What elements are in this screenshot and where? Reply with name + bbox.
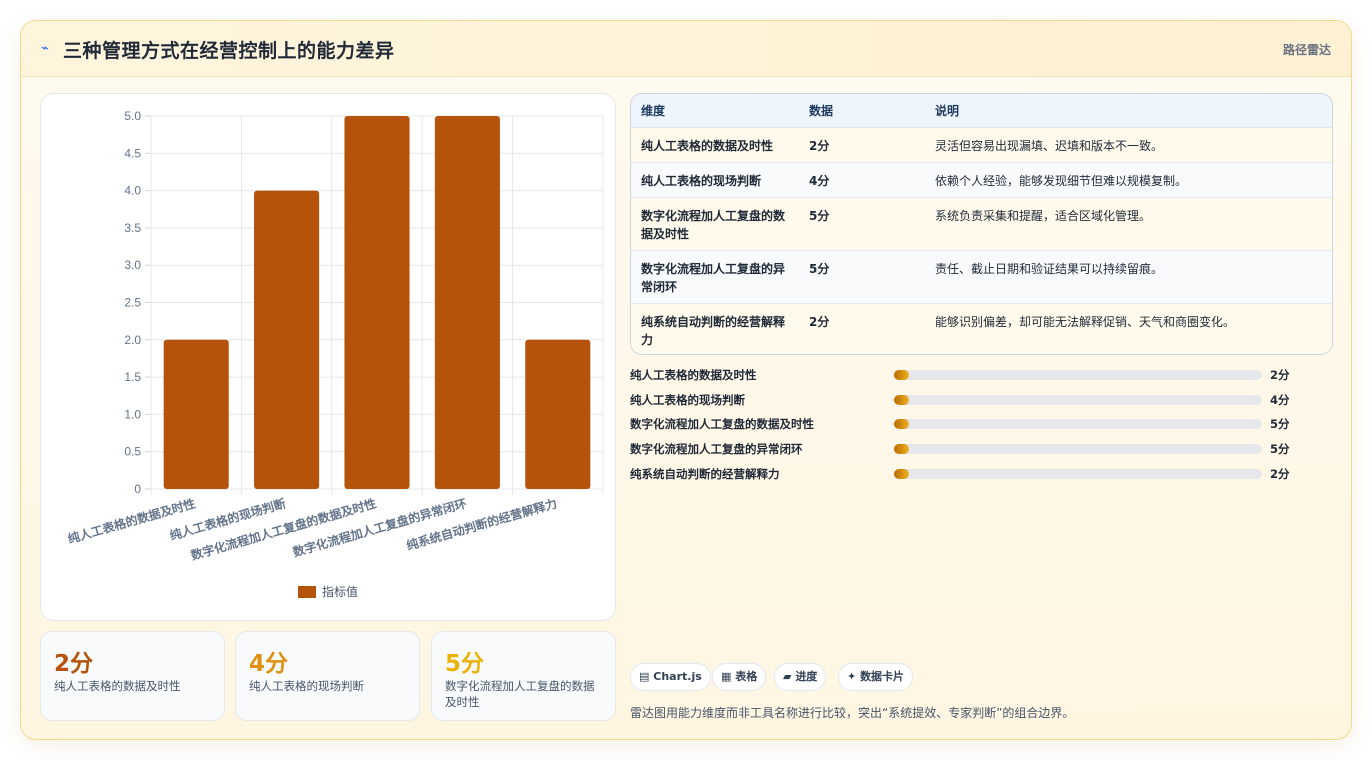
progress-row: 数字化流程加人工复盘的数据及时性 5分 xyxy=(630,414,1335,434)
y-tick-label: 0.5 xyxy=(124,445,141,459)
table-cell-dimension: 纯系统自动判断的经营解释力 xyxy=(641,315,786,347)
lightning-icon: ⌁ xyxy=(41,41,49,56)
stat-card: 5分 数字化流程加人工复盘的数据及时性 xyxy=(431,631,616,721)
bar-chart-panel: 0 0.5 1.0 1.5 2.0 2.5 3.0 3.5 4.0 4.5 5.0 纯人工表格的数据及… xyxy=(40,93,616,621)
progress-fill xyxy=(894,419,909,429)
progress-label: 纯系统自动判断的经营解释力 xyxy=(630,467,780,481)
table-header-row: 维度 数据 说明 xyxy=(631,94,1332,127)
legend-swatch xyxy=(298,586,316,598)
y-tick-label: 3.0 xyxy=(124,258,141,272)
column-header: 数据 xyxy=(809,104,834,118)
chip-label: 进度 xyxy=(795,670,818,683)
progress-value: 2分 xyxy=(1270,368,1290,382)
chip-progress[interactable]: ▰ 进度 xyxy=(774,663,827,691)
x-tick-label: 纯系统自动判断的经营解释力 xyxy=(405,495,559,552)
chip-label: 表格 xyxy=(735,670,758,683)
stat-value: 2分 xyxy=(54,651,94,677)
column-header: 维度 xyxy=(641,104,666,118)
progress-label: 数字化流程加人工复盘的异常闭环 xyxy=(630,442,803,456)
y-tick-label: 3.5 xyxy=(124,221,141,235)
chart-icon: ▤ xyxy=(639,670,650,683)
table-row: 数字化流程加人工复盘的数据及时性 5分 系统负责采集和提醒，适合区域化管理。 xyxy=(631,197,1332,250)
sparkle-icon: ✦ xyxy=(847,670,857,683)
table-cell-dimension: 纯人工表格的数据及时性 xyxy=(641,139,774,153)
bar xyxy=(525,339,591,489)
table-cell-score: 2分 xyxy=(809,315,830,329)
table-cell-description: 能够识别偏差，却可能无法解释促销、天气和商圈变化。 xyxy=(935,315,1236,329)
bar xyxy=(344,116,410,489)
footer-note: 雷达图用能力维度而非工具名称进行比较，突出“系统提效、专家判断”的组合边界。 xyxy=(630,706,1075,720)
progress-value: 5分 xyxy=(1270,417,1290,431)
header-tag: 路径雷达 xyxy=(1282,43,1331,57)
progress-icon: ▰ xyxy=(783,670,792,683)
progress-row: 数字化流程加人工复盘的异常闭环 5分 xyxy=(630,439,1335,459)
legend-label: 指标值 xyxy=(322,584,358,599)
stat-label: 数字化流程加人工复盘的数据及时性 xyxy=(445,679,595,709)
table-icon: ▦ xyxy=(721,670,732,683)
y-tick-label: 2.0 xyxy=(124,333,141,347)
progress-label: 数字化流程加人工复盘的数据及时性 xyxy=(630,417,814,431)
chip-label: Chart.js xyxy=(653,670,702,683)
progress-value: 5分 xyxy=(1270,442,1290,456)
main-card: ⌁ 三种管理方式在经营控制上的能力差异 路径雷达 0 0.5 1.0 1.5 2.0 2.… xyxy=(20,20,1352,740)
stat-label: 纯人工表格的数据及时性 xyxy=(54,679,181,693)
table-cell-description: 依赖个人经验，能够发现细节但难以规模复制。 xyxy=(935,174,1188,188)
table-cell-score: 5分 xyxy=(809,262,830,276)
table-cell-description: 系统负责采集和提醒，适合区域化管理。 xyxy=(935,209,1152,223)
chip-chartjs[interactable]: ▤ Chart.js xyxy=(630,663,711,691)
stat-label: 纯人工表格的现场判断 xyxy=(249,679,364,693)
y-tick-label: 4.0 xyxy=(124,184,141,198)
data-table: 维度 数据 说明 纯人工表格的数据及时性 2分 灵活但容易出现漏填、迟填和版本不… xyxy=(630,93,1333,355)
bar xyxy=(434,116,500,489)
progress-fill xyxy=(894,395,909,405)
table-cell-score: 2分 xyxy=(809,139,830,153)
progress-row: 纯系统自动判断的经营解释力 2分 xyxy=(630,464,1335,484)
table-row: 纯人工表格的数据及时性 2分 灵活但容易出现漏填、迟填和版本不一致。 xyxy=(631,127,1332,162)
table-cell-score: 5分 xyxy=(809,209,830,223)
chip-table[interactable]: ▦ 表格 xyxy=(712,663,767,691)
table-cell-dimension: 数字化流程加人工复盘的数据及时性 xyxy=(641,209,786,241)
chip-label: 数据卡片 xyxy=(860,670,905,683)
y-tick-label: 1.0 xyxy=(124,407,141,421)
stat-value: 5分 xyxy=(445,651,485,677)
y-tick-label: 1.5 xyxy=(124,370,141,384)
progress-value: 2分 xyxy=(1270,467,1290,481)
progress-label: 纯人工表格的数据及时性 xyxy=(630,368,757,382)
table-row: 纯人工表格的现场判断 4分 依赖个人经验，能够发现细节但难以规模复制。 xyxy=(631,162,1332,197)
stat-value: 4分 xyxy=(249,651,289,677)
table-cell-description: 灵活但容易出现漏填、迟填和版本不一致。 xyxy=(935,139,1164,153)
y-tick-label: 0 xyxy=(134,482,141,496)
page-title: 三种管理方式在经营控制上的能力差异 xyxy=(63,40,395,62)
table-cell-score: 4分 xyxy=(809,174,830,188)
card-header: ⌁ 三种管理方式在经营控制上的能力差异 路径雷达 xyxy=(21,21,1351,77)
table-cell-description: 责任、截止日期和验证结果可以持续留痕。 xyxy=(935,262,1164,276)
bar xyxy=(254,190,320,489)
table-row: 纯系统自动判断的经营解释力 2分 能够识别偏差，却可能无法解释促销、天气和商圈变… xyxy=(631,303,1332,354)
progress-track xyxy=(894,469,1262,479)
progress-track xyxy=(894,370,1262,380)
progress-fill xyxy=(894,469,909,479)
table-cell-dimension: 数字化流程加人工复盘的异常闭环 xyxy=(641,262,786,294)
y-tick-label: 5.0 xyxy=(124,109,141,123)
bar-chart: 00.51.01.52.02.53.03.54.04.55.0纯人工表格的数据及… xyxy=(66,109,604,599)
chip-data-cards[interactable]: ✦ 数据卡片 xyxy=(838,663,914,691)
y-tick-label: 2.5 xyxy=(124,296,141,310)
progress-row: 纯人工表格的数据及时性 2分 xyxy=(630,365,1335,385)
table-row: 数字化流程加人工复盘的异常闭环 5分 责任、截止日期和验证结果可以持续留痕。 xyxy=(631,250,1332,303)
progress-row: 纯人工表格的现场判断 4分 xyxy=(630,390,1335,410)
progress-value: 4分 xyxy=(1270,393,1290,407)
progress-fill xyxy=(894,444,909,454)
y-tick-label: 4.5 xyxy=(124,146,141,160)
progress-label: 纯人工表格的现场判断 xyxy=(630,393,745,407)
column-header: 说明 xyxy=(935,104,960,118)
progress-track xyxy=(894,419,1262,429)
bar xyxy=(163,339,229,489)
stat-card: 2分 纯人工表格的数据及时性 xyxy=(40,631,225,721)
progress-fill xyxy=(894,370,909,380)
progress-track xyxy=(894,444,1262,454)
progress-track xyxy=(894,395,1262,405)
table-cell-dimension: 纯人工表格的现场判断 xyxy=(641,174,762,188)
x-tick-label: 数字化流程加人工复盘的异常闭环 xyxy=(291,495,468,559)
stat-card: 4分 纯人工表格的现场判断 xyxy=(235,631,420,721)
